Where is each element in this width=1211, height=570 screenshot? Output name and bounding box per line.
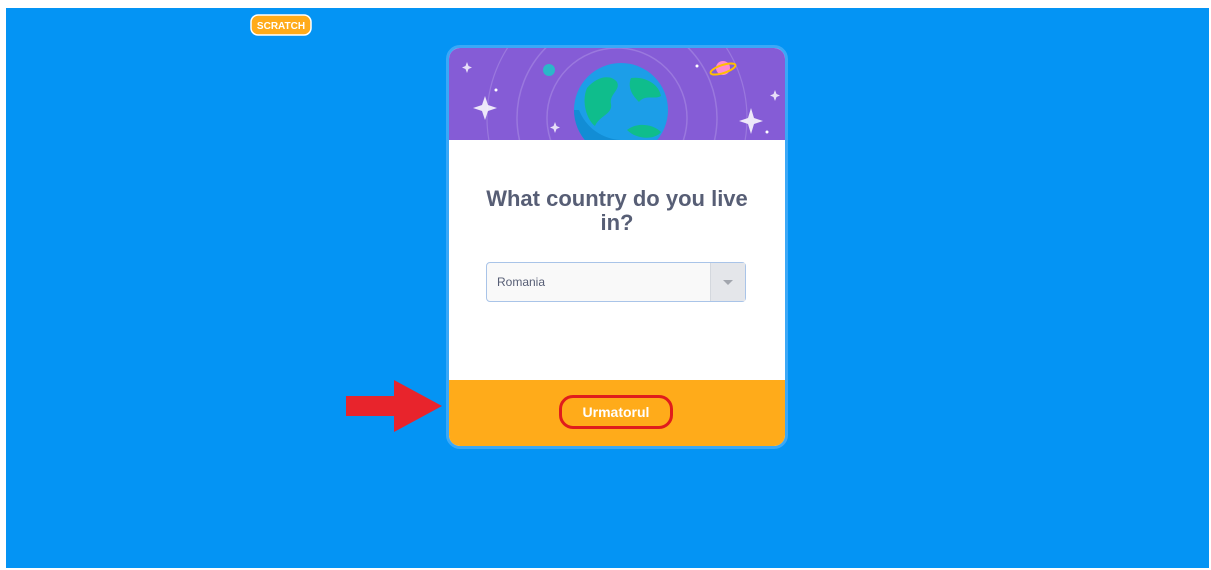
scratch-logo[interactable]: SCRATCH — [250, 14, 312, 36]
dropdown-button[interactable] — [710, 263, 745, 301]
modal-footer: Urmatorul — [449, 380, 785, 446]
country-select-value: Romania — [497, 275, 546, 289]
next-button[interactable]: Urmatorul — [559, 395, 673, 429]
modal-content: What country do you live in? Romania — [449, 140, 785, 380]
svg-text:SCRATCH: SCRATCH — [257, 21, 305, 32]
globe-icon — [462, 48, 780, 249]
question-heading: What country do you live in? — [486, 186, 748, 235]
red-arrow-icon — [346, 380, 442, 432]
country-select[interactable]: Romania — [486, 262, 746, 302]
chevron-down-icon — [723, 280, 733, 285]
country-modal: What country do you live in? Romania Urm… — [446, 45, 788, 449]
modal-banner — [449, 48, 785, 249]
page-background: SCRATCH What country do you live in? Rom… — [6, 8, 1209, 568]
